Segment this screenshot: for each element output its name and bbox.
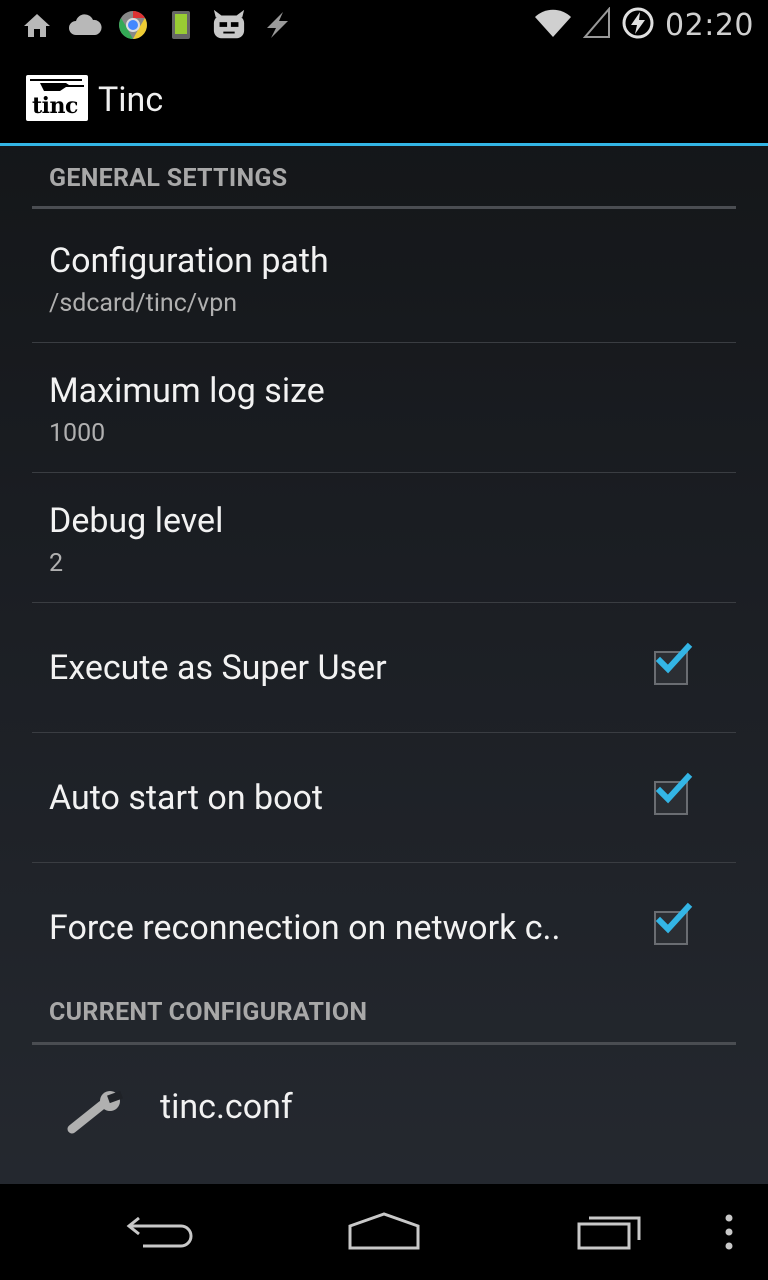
status-time: 02:20 <box>665 7 754 43</box>
cyanogen-icon <box>212 8 246 42</box>
section-header-current: CURRENT CONFIGURATION <box>32 988 736 1045</box>
recents-button[interactable] <box>560 1184 660 1280</box>
pref-debug-level[interactable]: Debug level 2 <box>32 473 736 603</box>
signal-icon <box>582 6 611 43</box>
battery-phone-icon <box>164 8 198 42</box>
pref-summary: /sdcard/tinc/vpn <box>49 289 238 318</box>
pref-execute-as-super-user[interactable]: Execute as Super User <box>32 603 736 733</box>
config-file-label: tinc.conf <box>160 1087 293 1127</box>
wrench-icon <box>67 1091 123 1134</box>
back-button[interactable] <box>110 1184 210 1280</box>
pref-force-reconnection[interactable]: Force reconnection on network c.. <box>32 863 736 988</box>
pref-title: Execute as Super User <box>49 648 387 688</box>
menu-button[interactable] <box>712 1184 746 1280</box>
navigation-bar <box>0 1184 768 1280</box>
super-user-checkbox[interactable] <box>654 642 693 685</box>
pref-maximum-log-size[interactable]: Maximum log size 1000 <box>32 343 736 473</box>
wifi-icon <box>533 7 573 43</box>
force-reconnect-checkbox[interactable] <box>654 902 693 945</box>
charging-icon <box>621 6 655 44</box>
settings-list: GENERAL SETTINGS Configuration path /sdc… <box>32 146 736 1173</box>
app-logo[interactable]: tinc <box>26 75 88 121</box>
menu-icon <box>725 1214 733 1250</box>
action-bar: tinc Tinc <box>0 50 768 146</box>
lightning-icon <box>260 8 294 42</box>
cloud-icon <box>68 8 102 42</box>
pref-configuration-path[interactable]: Configuration path /sdcard/tinc/vpn <box>32 209 736 343</box>
home-icon <box>20 8 54 42</box>
section-header-general: GENERAL SETTINGS <box>32 146 736 209</box>
section-header-label: GENERAL SETTINGS <box>49 164 288 193</box>
pref-title: Force reconnection on network c.. <box>49 908 561 948</box>
pref-summary: 1000 <box>49 419 106 448</box>
status-bar: 02:20 <box>0 0 768 50</box>
home-button[interactable] <box>334 1184 434 1280</box>
config-file-item[interactable]: tinc.conf <box>32 1045 736 1173</box>
checkmark-icon <box>655 902 693 934</box>
recents-icon <box>577 1216 641 1250</box>
pref-title: Auto start on boot <box>49 778 324 818</box>
home-icon <box>348 1212 420 1250</box>
back-icon <box>126 1216 193 1248</box>
pref-title: Debug level <box>49 501 224 541</box>
pref-summary: 2 <box>49 549 64 578</box>
pref-title: Configuration path <box>49 241 329 281</box>
auto-start-checkbox[interactable] <box>654 772 693 815</box>
app-title: Tinc <box>98 80 164 120</box>
checkmark-icon <box>655 772 693 804</box>
pref-title: Maximum log size <box>49 371 325 411</box>
chrome-icon <box>116 8 150 42</box>
section-header-label: CURRENT CONFIGURATION <box>49 998 368 1027</box>
logo-text: tinc <box>32 93 78 119</box>
pref-auto-start-on-boot[interactable]: Auto start on boot <box>32 733 736 863</box>
checkmark-icon <box>655 642 693 674</box>
